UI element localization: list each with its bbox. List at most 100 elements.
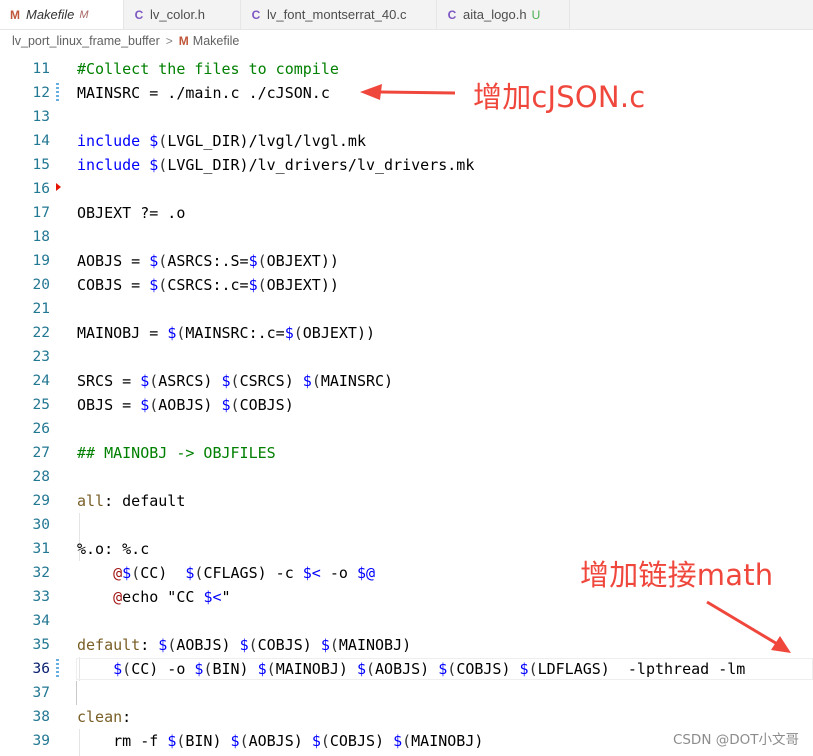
c-file-icon: C: [251, 7, 261, 22]
code-text: ## MAINOBJ -> OBJFILES: [77, 444, 276, 462]
line-number: 22: [32, 325, 50, 341]
code-line: 18: [0, 225, 813, 249]
text-cursor: [76, 681, 77, 705]
code-text: all: default: [77, 492, 186, 510]
code-line: 27 ## MAINOBJ -> OBJFILES: [0, 441, 813, 465]
code-text: %.o: %.c: [77, 540, 150, 558]
code-line-current: 36 $(CC) -o $(BIN) $(MAINOBJ) $(AOBJS) $…: [0, 657, 813, 681]
breadcrumb-folder[interactable]: lv_port_linux_frame_buffer: [12, 34, 160, 48]
code-text: include $(LVGL_DIR)/lv_drivers/lv_driver…: [77, 156, 475, 174]
code-text: default: $(AOBJS) $(COBJS) $(MAINOBJ): [77, 636, 412, 654]
line-number: 11: [32, 61, 50, 77]
line-number: 25: [32, 397, 50, 413]
code-text: OBJEXT ?= .o: [77, 204, 186, 222]
code-line: 13: [0, 105, 813, 129]
code-line: 34: [0, 609, 813, 633]
code-line: 28: [0, 465, 813, 489]
code-text: AOBJS = $(ASRCS:.S=$(OBJEXT)): [77, 252, 339, 270]
code-line: 19 AOBJS = $(ASRCS:.S=$(OBJEXT)): [0, 249, 813, 273]
deleted-line-marker[interactable]: [56, 183, 61, 191]
line-number: 32: [32, 565, 50, 581]
watermark: CSDN @DOT小文哥: [672, 732, 799, 748]
c-file-icon: C: [447, 7, 457, 22]
code-line: 17 OBJEXT ?= .o: [0, 201, 813, 225]
code-text: rm -f $(BIN) $(AOBJS) $(COBJS) $(MAINOBJ…: [77, 732, 484, 750]
tab-lv-font-montserrat-40-c[interactable]: C lv_font_montserrat_40.c: [241, 0, 437, 29]
line-number: 24: [32, 373, 50, 389]
breadcrumb-file[interactable]: Makefile: [193, 34, 240, 48]
code-line: 14 include $(LVGL_DIR)/lvgl/lvgl.mk: [0, 129, 813, 153]
code-line: 15 include $(LVGL_DIR)/lv_drivers/lv_dri…: [0, 153, 813, 177]
c-file-icon: C: [134, 7, 144, 22]
line-number: 35: [32, 637, 50, 653]
code-text: OBJS = $(AOBJS) $(COBJS): [77, 396, 294, 414]
code-line: 35 default: $(AOBJS) $(COBJS) $(MAINOBJ): [0, 633, 813, 657]
breadcrumb: lv_port_linux_frame_buffer > M Makefile: [0, 30, 813, 52]
chevron-right-icon: >: [165, 34, 173, 48]
code-text: @$(CC) $(CFLAGS) -c $< -o $@: [113, 564, 376, 582]
code-line: 29 all: default: [0, 489, 813, 513]
code-text: clean:: [77, 708, 132, 726]
line-number: 28: [32, 469, 50, 485]
tab-label: lv_font_montserrat_40.c: [267, 7, 407, 22]
tab-label: lv_color.h: [150, 7, 205, 22]
editor-tab-bar: M Makefile M C lv_color.h C lv_font_mont…: [0, 0, 813, 30]
line-number: 39: [32, 733, 50, 749]
line-number: 20: [32, 277, 50, 293]
tab-label: Makefile: [26, 7, 75, 22]
code-line: 37: [0, 681, 813, 705]
annotation-add-math: 增加链接math: [580, 558, 774, 592]
code-text: SRCS = $(ASRCS) $(CSRCS) $(MAINSRC): [77, 372, 394, 390]
tab-makefile[interactable]: M Makefile M: [0, 0, 124, 29]
code-line: 25 OBJS = $(AOBJS) $(COBJS): [0, 393, 813, 417]
line-number: 13: [32, 109, 50, 125]
code-text: $(CC) -o $(BIN) $(MAINOBJ) $(AOBJS) $(CO…: [113, 660, 746, 678]
code-line: 38 clean:: [0, 705, 813, 729]
line-number: 12: [32, 85, 50, 101]
code-line: 12 MAINSRC = ./main.c ./cJSON.c: [0, 81, 813, 105]
line-number: 18: [32, 229, 50, 245]
line-number: 21: [32, 301, 50, 317]
modified-line-marker[interactable]: [56, 659, 59, 679]
code-line: 30: [0, 513, 813, 537]
code-text: MAINSRC = ./main.c ./cJSON.c: [77, 84, 330, 102]
line-number: 36: [32, 661, 50, 677]
line-number: 31: [32, 541, 50, 557]
line-number: 38: [32, 709, 50, 725]
annotation-add-cjson: 增加cJSON.c: [473, 80, 646, 114]
code-line: 20 COBJS = $(CSRCS:.c=$(OBJEXT)): [0, 273, 813, 297]
modified-badge: M: [79, 8, 89, 21]
code-text: MAINOBJ = $(MAINSRC:.c=$(OBJEXT)): [77, 324, 376, 342]
line-number: 26: [32, 421, 50, 437]
code-text: include $(LVGL_DIR)/lvgl/lvgl.mk: [77, 132, 366, 150]
line-number: 27: [32, 445, 50, 461]
line-number: 19: [32, 253, 50, 269]
line-number: 30: [32, 517, 50, 533]
line-number: 17: [32, 205, 50, 221]
makefile-icon: M: [10, 7, 20, 22]
code-line: 23: [0, 345, 813, 369]
line-number: 34: [32, 613, 50, 629]
line-number: 16: [32, 181, 50, 197]
code-editor[interactable]: 11 #Collect the files to compile 12 MAIN…: [0, 57, 813, 756]
line-number: 23: [32, 349, 50, 365]
code-text: @echo "CC $<": [113, 588, 231, 606]
makefile-icon: M: [178, 34, 189, 48]
code-text: #Collect the files to compile: [77, 60, 339, 78]
line-number: 29: [32, 493, 50, 509]
tab-aita-logo-h[interactable]: C aita_logo.h U: [437, 0, 570, 29]
untracked-badge: U: [531, 7, 541, 22]
line-number: 33: [32, 589, 50, 605]
code-text: COBJS = $(CSRCS:.c=$(OBJEXT)): [77, 276, 339, 294]
code-line: 24 SRCS = $(ASRCS) $(CSRCS) $(MAINSRC): [0, 369, 813, 393]
code-line: 16: [0, 177, 813, 201]
line-number: 37: [32, 685, 50, 701]
code-line: 22 MAINOBJ = $(MAINSRC:.c=$(OBJEXT)): [0, 321, 813, 345]
modified-line-marker[interactable]: [56, 83, 59, 103]
tab-lv-color-h[interactable]: C lv_color.h: [124, 0, 241, 29]
code-line: 11 #Collect the files to compile: [0, 57, 813, 81]
code-line: 21: [0, 297, 813, 321]
line-number: 15: [32, 157, 50, 173]
code-line: 26: [0, 417, 813, 441]
line-number: 14: [32, 133, 50, 149]
